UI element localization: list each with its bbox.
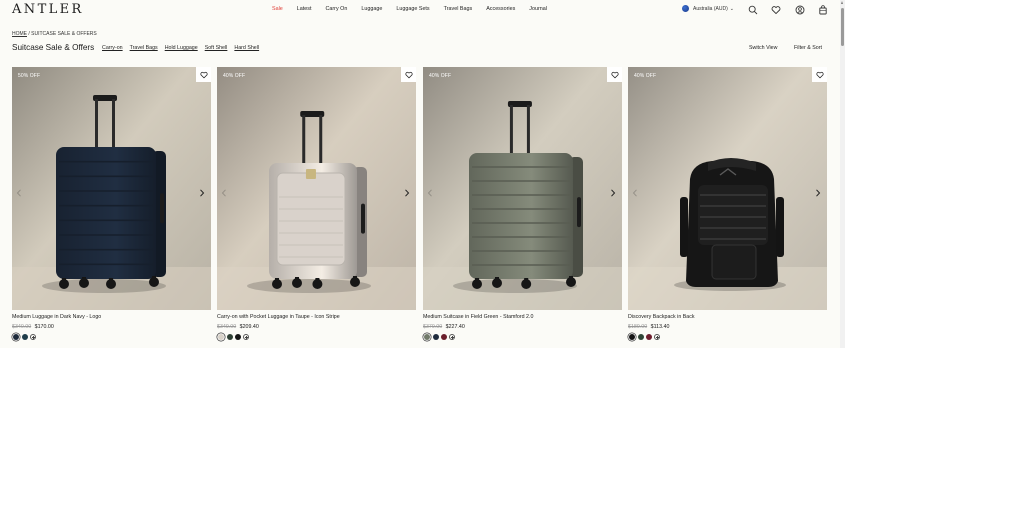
- product-card[interactable]: 50% OFF Medium Luggage in Dark Navy - Lo…: [12, 67, 211, 340]
- nav-travel-bags[interactable]: Travel Bags: [444, 6, 473, 12]
- product-photo: [12, 67, 211, 310]
- color-swatch[interactable]: [22, 334, 28, 340]
- wishlist-heart-icon[interactable]: [196, 67, 211, 82]
- filter-soft-shell[interactable]: Soft Shell: [205, 45, 228, 51]
- sale-price: $227.40: [445, 324, 465, 330]
- filter-hold-luggage[interactable]: Hold Luggage: [165, 45, 198, 51]
- color-swatch[interactable]: [227, 334, 233, 340]
- product-name[interactable]: Medium Suitcase in Field Green - Stamfor…: [423, 314, 622, 320]
- page: ANTLER Sale Latest Carry On Luggage Lugg…: [0, 0, 845, 348]
- product-card[interactable]: 40% OFF Carry-on with Pocket Luggage in …: [217, 67, 416, 340]
- chevron-left-icon[interactable]: [427, 184, 435, 197]
- original-price: $340.00: [12, 324, 32, 330]
- chevron-left-icon[interactable]: [632, 184, 640, 197]
- more-colors-plus-icon[interactable]: [449, 334, 455, 340]
- nav-accessories[interactable]: Accessories: [486, 6, 515, 12]
- more-colors-plus-icon[interactable]: [243, 334, 249, 340]
- product-price: $340.00 $170.00: [12, 324, 211, 330]
- nav-luggage[interactable]: Luggage: [361, 6, 382, 12]
- scrollbar[interactable]: [840, 0, 845, 348]
- nav-carry-on[interactable]: Carry On: [325, 6, 347, 12]
- product-name[interactable]: Medium Luggage in Dark Navy - Logo: [12, 314, 211, 320]
- color-swatches: [423, 334, 622, 340]
- chevron-right-icon[interactable]: [404, 184, 412, 197]
- wishlist-heart-icon[interactable]: [812, 67, 827, 82]
- antler-logo[interactable]: ANTLER: [12, 2, 84, 17]
- chevron-down-icon: ⌄: [729, 5, 734, 12]
- wishlist-heart-icon[interactable]: [607, 67, 622, 82]
- product-image[interactable]: 40% OFF: [628, 67, 827, 310]
- heart-icon[interactable]: [771, 5, 781, 15]
- breadcrumb-home[interactable]: HOME: [12, 31, 27, 37]
- scroll-up-arrow-icon[interactable]: [841, 1, 843, 4]
- sale-price: $209.40: [239, 324, 259, 330]
- search-icon[interactable]: [748, 5, 758, 15]
- product-image[interactable]: 40% OFF: [423, 67, 622, 310]
- original-price: $379.00: [423, 324, 443, 330]
- product-price: $189.00 $113.40: [628, 324, 827, 330]
- discount-badge: 40% OFF: [223, 73, 246, 79]
- color-swatch[interactable]: [646, 334, 652, 340]
- filter-carry-on[interactable]: Carry-on: [102, 45, 123, 51]
- chevron-left-icon[interactable]: [221, 184, 229, 197]
- filter-travel-bags[interactable]: Travel Bags: [130, 45, 158, 51]
- site-header: ANTLER Sale Latest Carry On Luggage Lugg…: [0, 0, 845, 22]
- page-title: Suitcase Sale & Offers: [12, 43, 95, 52]
- account-icon[interactable]: [795, 5, 805, 15]
- product-image[interactable]: 50% OFF: [12, 67, 211, 310]
- product-photo: [628, 67, 827, 310]
- color-swatch[interactable]: [433, 334, 439, 340]
- color-swatch[interactable]: [638, 334, 644, 340]
- breadcrumb: HOME / SUITCASE SALE & OFFERS: [12, 31, 97, 37]
- locale-label: Australia (AUD): [693, 5, 728, 12]
- color-swatch[interactable]: [441, 334, 447, 340]
- product-image[interactable]: 40% OFF: [217, 67, 416, 310]
- color-swatch[interactable]: [629, 334, 635, 340]
- filter-hard-shell[interactable]: Hard Shell: [234, 45, 259, 51]
- sale-price: $113.40: [650, 324, 670, 330]
- nav-luggage-sets[interactable]: Luggage Sets: [396, 6, 429, 12]
- discount-badge: 40% OFF: [634, 73, 657, 79]
- nav-journal[interactable]: Journal: [529, 6, 547, 12]
- australia-flag-icon: [682, 5, 689, 12]
- chevron-right-icon[interactable]: [199, 184, 207, 197]
- more-colors-plus-icon[interactable]: [30, 334, 36, 340]
- bag-icon[interactable]: [818, 5, 828, 15]
- product-name[interactable]: Discovery Backpack in Back: [628, 314, 827, 320]
- product-photo: [423, 67, 622, 310]
- color-swatches: [628, 334, 827, 340]
- product-card[interactable]: 40% OFF Medium Suitcase in Field Green -…: [423, 67, 622, 340]
- chevron-right-icon[interactable]: [815, 184, 823, 197]
- original-price: $189.00: [628, 324, 648, 330]
- color-swatch[interactable]: [424, 334, 430, 340]
- breadcrumb-current: SUITCASE SALE & OFFERS: [31, 31, 97, 37]
- color-swatch[interactable]: [235, 334, 241, 340]
- original-price: $349.00: [217, 324, 237, 330]
- nav-latest[interactable]: Latest: [297, 6, 312, 12]
- product-card[interactable]: 40% OFF Discovery Backpack in Back $189.…: [628, 67, 827, 340]
- sale-price: $170.00: [34, 324, 54, 330]
- wishlist-heart-icon[interactable]: [401, 67, 416, 82]
- scrollbar-thumb[interactable]: [841, 8, 844, 46]
- product-price: $379.00 $227.40: [423, 324, 622, 330]
- more-colors-plus-icon[interactable]: [654, 334, 660, 340]
- locale-selector[interactable]: Australia (AUD) ⌄: [682, 5, 734, 12]
- discount-badge: 50% OFF: [18, 73, 41, 79]
- product-photo: [217, 67, 416, 310]
- color-swatches: [217, 334, 416, 340]
- product-price: $349.00 $209.40: [217, 324, 416, 330]
- category-filters: Carry-on Travel Bags Hold Luggage Soft S…: [102, 45, 266, 51]
- nav-sale[interactable]: Sale: [272, 6, 283, 12]
- discount-badge: 40% OFF: [429, 73, 452, 79]
- main-nav: Sale Latest Carry On Luggage Luggage Set…: [272, 6, 561, 12]
- filter-sort-button[interactable]: Filter & Sort: [794, 45, 822, 51]
- color-swatch[interactable]: [13, 334, 19, 340]
- chevron-right-icon[interactable]: [610, 184, 618, 197]
- switch-view-button[interactable]: Switch View: [749, 45, 777, 51]
- product-name[interactable]: Carry-on with Pocket Luggage in Taupe - …: [217, 314, 416, 320]
- color-swatch[interactable]: [218, 334, 224, 340]
- chevron-left-icon[interactable]: [16, 184, 24, 197]
- color-swatches: [12, 334, 211, 340]
